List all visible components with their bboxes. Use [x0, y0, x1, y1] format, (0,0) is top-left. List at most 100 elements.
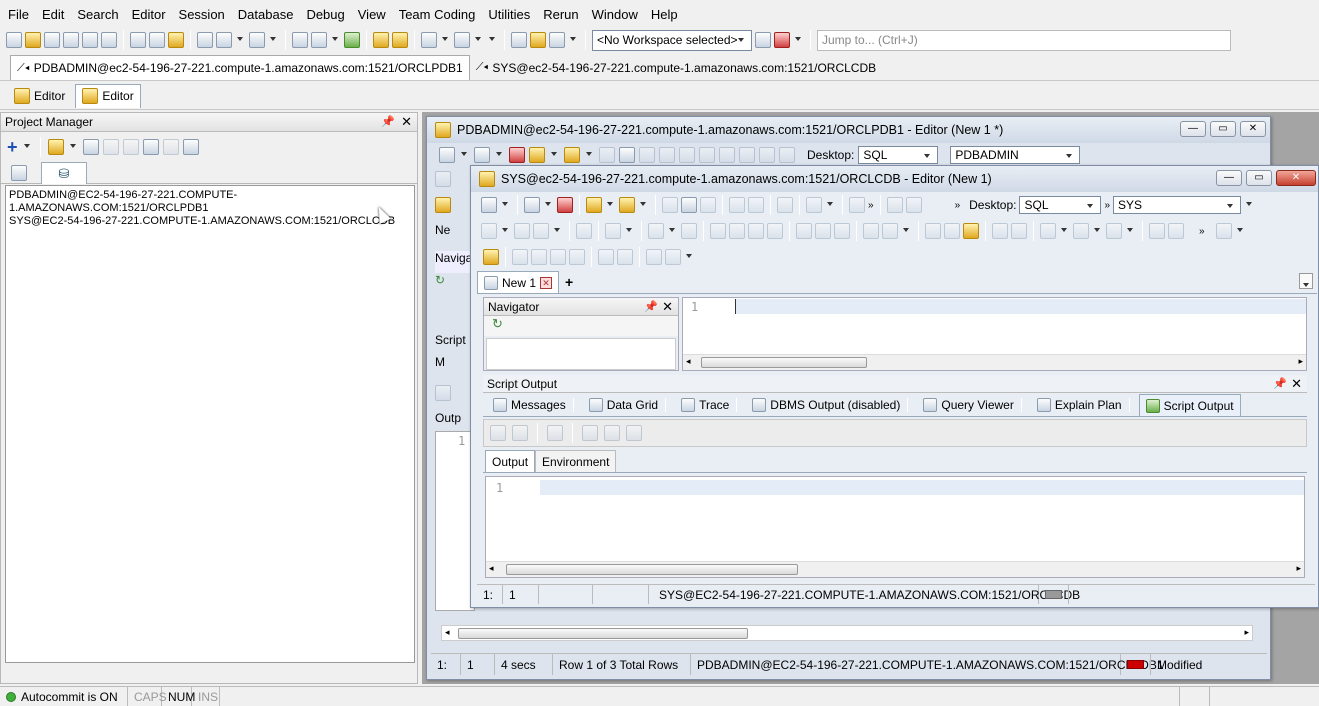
- menu-rerun[interactable]: Rerun: [543, 7, 578, 22]
- connection-tab-pdbadmin[interactable]: ⟋◂ PDBADMIN@ec2-54-196-27-221.compute-1.…: [10, 55, 470, 80]
- tab-new-1[interactable]: New 1 ✕: [477, 271, 560, 293]
- rollback-icon[interactable]: [392, 32, 408, 48]
- maximize-button[interactable]: ▭: [1246, 170, 1272, 186]
- sql-icon[interactable]: [82, 32, 98, 48]
- autocommit-status[interactable]: Autocommit is ON: [21, 690, 118, 704]
- minimize-button[interactable]: —: [1216, 170, 1242, 186]
- plsql-icon[interactable]: [311, 32, 327, 48]
- connect-icon[interactable]: [439, 147, 455, 163]
- menu-session[interactable]: Session: [179, 7, 225, 22]
- workspace-select[interactable]: <No Workspace selected>: [592, 29, 752, 51]
- find-icon[interactable]: [197, 32, 213, 48]
- window-tab-editor-2[interactable]: Editor: [75, 83, 141, 108]
- undo-icon[interactable]: [1149, 223, 1165, 239]
- close-tab-icon[interactable]: ✕: [540, 276, 553, 289]
- disconnect-icon[interactable]: [509, 147, 525, 163]
- jump-to-input[interactable]: Jump to... (Ctrl+J): [817, 29, 1231, 51]
- folder-icon[interactable]: [529, 147, 545, 163]
- session-browser-icon[interactable]: [63, 32, 79, 48]
- horizontal-scrollbar[interactable]: ◂ ▸: [441, 625, 1253, 641]
- menu-utilities[interactable]: Utilities: [488, 7, 530, 22]
- folder-open-icon[interactable]: [47, 139, 64, 155]
- workspace-icon[interactable]: [755, 32, 771, 48]
- connect-icon[interactable]: [421, 32, 437, 48]
- disconnect-icon[interactable]: [557, 197, 573, 213]
- window-tab-editor-1[interactable]: Editor: [8, 84, 71, 108]
- schema-select[interactable]: PDBADMIN: [950, 146, 1081, 164]
- schema-select[interactable]: SYS: [1113, 196, 1242, 214]
- tab-query-viewer[interactable]: Query Viewer: [917, 394, 1030, 416]
- save-icon[interactable]: [102, 139, 119, 155]
- menu-window[interactable]: Window: [592, 7, 638, 22]
- add-tab-button[interactable]: +: [559, 271, 579, 293]
- folder-icon[interactable]: [586, 197, 602, 213]
- horizontal-scrollbar[interactable]: ◂ ▸: [486, 561, 1304, 577]
- sql-editor[interactable]: 1 ◂ ▸: [682, 297, 1307, 371]
- window-icon[interactable]: [130, 32, 146, 48]
- save-icon[interactable]: [662, 197, 678, 213]
- pin-icon[interactable]: 📌: [644, 300, 658, 313]
- menu-file[interactable]: File: [8, 7, 29, 22]
- tab-dbms-output-disabled[interactable]: DBMS Output (disabled): [746, 394, 917, 416]
- close-button[interactable]: ✕: [1240, 121, 1266, 137]
- tab-data-grid[interactable]: Data Grid: [583, 394, 675, 416]
- print-icon[interactable]: [777, 197, 793, 213]
- bell-icon[interactable]: [530, 32, 546, 48]
- save-as-icon[interactable]: [681, 197, 697, 213]
- menu-editor[interactable]: Editor: [132, 7, 166, 22]
- maximize-button[interactable]: ▭: [1210, 121, 1236, 137]
- desktop-select[interactable]: SQL: [1019, 196, 1102, 214]
- tab-menu-button[interactable]: [1299, 273, 1313, 289]
- refresh-icon[interactable]: ↻: [435, 273, 475, 291]
- print-icon[interactable]: [122, 139, 139, 155]
- tab-messages[interactable]: Messages: [487, 394, 583, 416]
- save-all-icon[interactable]: [700, 197, 716, 213]
- procedure-editor-icon[interactable]: [44, 32, 60, 48]
- minimize-button[interactable]: —: [1180, 121, 1206, 137]
- gear-icon[interactable]: [483, 249, 499, 265]
- lightning-icon[interactable]: [168, 32, 184, 48]
- folder-2-icon[interactable]: [619, 197, 635, 213]
- tree-item[interactable]: SYS@EC2-54-196-27-221.COMPUTE-1.AMAZONAW…: [9, 215, 411, 228]
- menu-edit[interactable]: Edit: [42, 7, 64, 22]
- folder-2-icon[interactable]: [564, 147, 580, 163]
- menu-debug[interactable]: Debug: [306, 7, 344, 22]
- menu-help[interactable]: Help: [651, 7, 678, 22]
- tab-connections[interactable]: ⛁: [41, 162, 87, 184]
- menu-database[interactable]: Database: [238, 7, 294, 22]
- help-icon[interactable]: [549, 32, 565, 48]
- tab-files[interactable]: [5, 162, 41, 184]
- run-icon[interactable]: [344, 32, 360, 48]
- commit-icon[interactable]: [373, 32, 389, 48]
- tools-icon[interactable]: [249, 32, 265, 48]
- sql-icon[interactable]: [474, 147, 490, 163]
- close-icon[interactable]: ✕: [401, 114, 412, 130]
- schema-browser-icon[interactable]: [25, 32, 41, 48]
- menu-view[interactable]: View: [358, 7, 386, 22]
- clipboard-icon[interactable]: [963, 223, 979, 239]
- options-icon[interactable]: [182, 139, 199, 155]
- menu-team-coding[interactable]: Team Coding: [399, 7, 476, 22]
- output-text-area[interactable]: 1 ◂ ▸: [485, 476, 1305, 578]
- close-icon[interactable]: ✕: [1291, 376, 1302, 392]
- gear-icon[interactable]: [435, 197, 451, 213]
- close-icon[interactable]: ✕: [662, 299, 673, 315]
- filter-icon[interactable]: [162, 139, 179, 155]
- network-icon[interactable]: [511, 32, 527, 48]
- expand-icon[interactable]: [142, 139, 159, 155]
- tab-trace[interactable]: Trace: [675, 394, 746, 416]
- window-2-icon[interactable]: [149, 32, 165, 48]
- pin-icon[interactable]: 📌: [1273, 377, 1287, 390]
- new-editor-icon[interactable]: [6, 32, 22, 48]
- tree-item[interactable]: PDBADMIN@EC2-54-196-27-221.COMPUTE-1.AMA…: [9, 189, 411, 215]
- disconnect-icon[interactable]: [454, 32, 470, 48]
- tab-output[interactable]: Output: [485, 450, 536, 472]
- add-icon[interactable]: +: [7, 137, 18, 158]
- refresh-icon[interactable]: ↻: [484, 316, 678, 336]
- connection-tab-sys[interactable]: ⟋◂ SYS@ec2-54-196-27-221.compute-1.amazo…: [470, 55, 882, 80]
- view-icon[interactable]: [216, 32, 232, 48]
- menu-search[interactable]: Search: [77, 7, 118, 22]
- tab-explain-plan[interactable]: Explain Plan: [1031, 394, 1139, 416]
- connect-icon[interactable]: [481, 197, 497, 213]
- export-icon[interactable]: [292, 32, 308, 48]
